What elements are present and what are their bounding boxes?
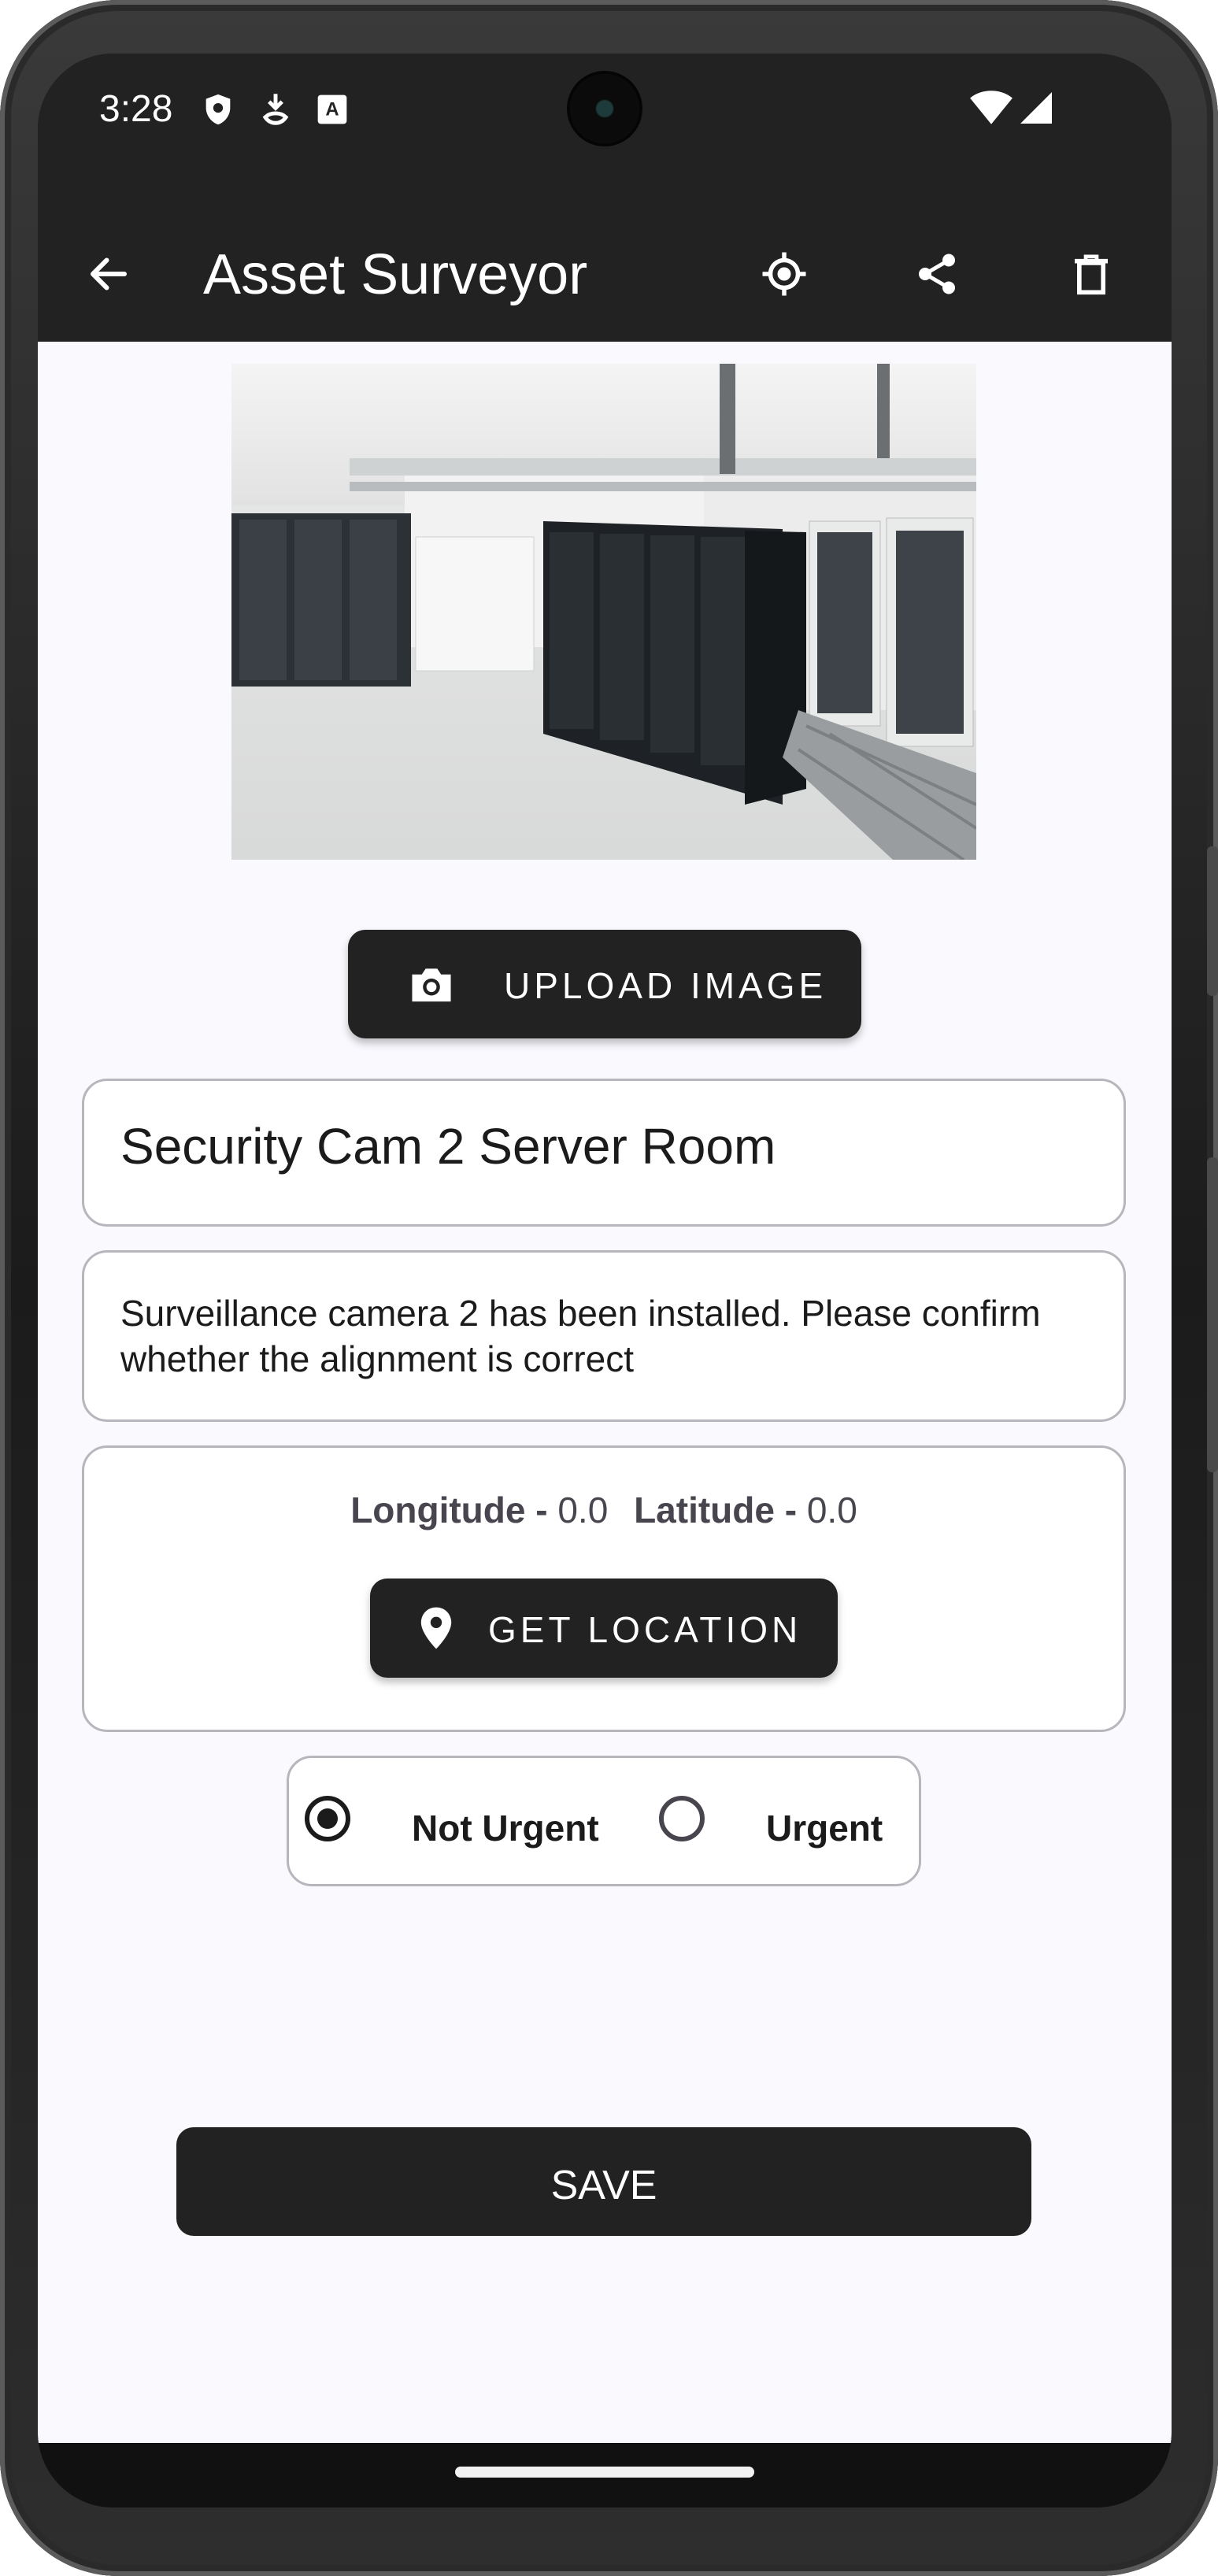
get-location-label: GET LOCATION (488, 1609, 802, 1650)
location-target-icon[interactable] (761, 250, 808, 298)
asset-form: UPLOAD IMAGE Surveillance camera 2 has b… (38, 342, 1172, 2443)
navigation-bar (38, 2443, 1172, 2508)
location-pin-icon (420, 1607, 452, 1649)
status-time: 3:28 (99, 88, 173, 130)
page-title: Asset Surveyor (203, 243, 588, 306)
camera-icon (412, 968, 451, 1002)
signal-icon (1020, 92, 1052, 124)
save-label: SAVE (550, 2163, 657, 2208)
volume-button (1207, 846, 1218, 996)
wifi-icon (970, 91, 1013, 124)
screen: 3:28 A Asset Surveyor UPLOAD IMAGE Secur… (38, 54, 1172, 2508)
longitude-label: Longitude - (350, 1490, 548, 1530)
app-bar: Asset Surveyor (38, 203, 1172, 342)
title-field[interactable] (82, 1079, 1126, 1227)
description-field[interactable]: Surveillance camera 2 has been installed… (82, 1250, 1126, 1422)
coordinates-readout: Longitude - 0.0 Latitude - 0.0 (84, 1489, 1124, 1531)
latitude-value: 0.0 (806, 1490, 857, 1530)
longitude-value: 0.0 (557, 1490, 609, 1530)
svg-text:A: A (325, 98, 339, 120)
power-button (1207, 1157, 1218, 1472)
title-input[interactable] (120, 1117, 1042, 1175)
delete-icon[interactable] (1069, 250, 1113, 298)
asset-photo (231, 364, 976, 860)
urgent-radio[interactable] (659, 1796, 705, 1841)
get-location-button[interactable]: GET LOCATION (370, 1579, 838, 1678)
upload-image-label: UPLOAD IMAGE (504, 965, 827, 1006)
urgent-label[interactable]: Urgent (766, 1807, 883, 1849)
status-bar: 3:28 A (38, 54, 1172, 203)
shield-icon (205, 94, 231, 125)
not-urgent-label[interactable]: Not Urgent (412, 1807, 599, 1849)
share-icon[interactable] (913, 250, 961, 298)
not-urgent-radio[interactable] (305, 1796, 350, 1841)
home-gesture-handle[interactable] (455, 2467, 754, 2478)
latitude-label: Latitude - (634, 1490, 798, 1530)
front-camera (570, 74, 639, 143)
location-card: Longitude - 0.0 Latitude - 0.0 GET LOCAT… (82, 1445, 1126, 1732)
download-icon (262, 94, 289, 125)
back-arrow-icon[interactable] (85, 250, 132, 298)
upload-image-button[interactable]: UPLOAD IMAGE (348, 930, 861, 1038)
font-icon: A (317, 94, 347, 124)
save-button[interactable]: SAVE (176, 2127, 1031, 2236)
description-text[interactable]: Surveillance camera 2 has been installed… (120, 1290, 1050, 1382)
urgency-radio-group: Not Urgent Urgent (287, 1756, 921, 1886)
